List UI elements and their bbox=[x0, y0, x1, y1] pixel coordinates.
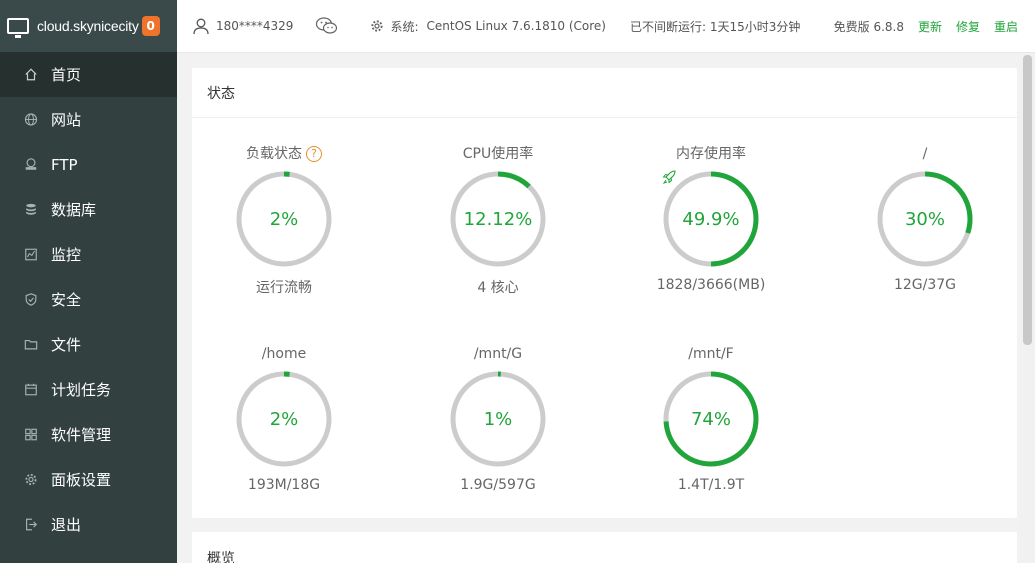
panel-version: 免费版 6.8.8 bbox=[833, 19, 904, 34]
sidebar-item-logout[interactable]: 退出 bbox=[0, 502, 177, 547]
status-panel: 状态 负载状态? 2% 运行流畅 CPU使用率 12.12% 4 核心 内存使用… bbox=[192, 68, 1017, 518]
gauge-sub: 1.9G/597G bbox=[460, 477, 536, 493]
brand[interactable]: cloud.skynicecity 0 bbox=[0, 0, 177, 52]
gauge-value: 30% bbox=[904, 208, 945, 230]
sidebar-item-database[interactable]: 数据库 bbox=[0, 187, 177, 232]
gauge-sub: 运行流畅 bbox=[256, 280, 312, 296]
user-account[interactable]: 180****4329 bbox=[192, 17, 293, 35]
monitor-logo-icon bbox=[7, 18, 29, 38]
gauge-label: CPU使用率 bbox=[462, 146, 534, 162]
gauge-label: /mnt/F bbox=[688, 346, 734, 362]
gauge-label: 内存使用率 bbox=[676, 146, 746, 162]
sidebar-item-label: 网站 bbox=[51, 111, 82, 129]
gauge-label: /mnt/G bbox=[473, 346, 523, 362]
sidebar-item-monitor[interactable]: 监控 bbox=[0, 232, 177, 277]
user-icon bbox=[193, 18, 209, 35]
calendar-icon bbox=[24, 383, 38, 397]
sidebar-item-label: 面板设置 bbox=[51, 471, 112, 489]
gauge-cpu[interactable]: CPU使用率 12.12% 4 核心 bbox=[398, 144, 598, 297]
sidebar-item-label: FTP bbox=[51, 155, 78, 174]
user-phone: 180****4329 bbox=[216, 19, 294, 33]
sidebar-item-label: 数据库 bbox=[51, 201, 97, 219]
gauge-ring: 12.12% bbox=[448, 169, 548, 269]
sidebar-item-files[interactable]: 文件 bbox=[0, 322, 177, 367]
gauge-disk-mnt-g[interactable]: /mnt/G 1% 1.9G/597G bbox=[398, 344, 598, 493]
globe-icon bbox=[24, 113, 38, 127]
gauge-ring: 74% bbox=[661, 369, 761, 469]
monitor-icon bbox=[24, 248, 38, 262]
overview-title: 概览 bbox=[207, 551, 235, 563]
sidebar-item-label: 计划任务 bbox=[51, 381, 112, 399]
sidebar-item-settings[interactable]: 面板设置 bbox=[0, 457, 177, 502]
gauge-memory[interactable]: 内存使用率 49.9% 1828/3666(MB) bbox=[611, 144, 811, 293]
gauge-sub: 1.4T/1.9T bbox=[677, 477, 745, 493]
overview-panel: 概览 bbox=[192, 532, 1017, 563]
notification-badge[interactable]: 0 bbox=[141, 16, 160, 36]
sidebar-item-label: 软件管理 bbox=[51, 426, 112, 444]
gauge-ring: 49.9% bbox=[661, 169, 761, 269]
gauge-disk-home[interactable]: /home 2% 193M/18G bbox=[184, 344, 384, 493]
gauge-sub: 12G/37G bbox=[893, 277, 957, 293]
sidebar-item-label: 退出 bbox=[51, 516, 82, 534]
gauge-load[interactable]: 负载状态? 2% 运行流畅 bbox=[184, 144, 384, 297]
top-bar: 180****4329 系统: CentOS Linux 7.6.1810 (C… bbox=[177, 0, 1035, 53]
gauge-ring: 30% bbox=[875, 169, 975, 269]
folder-icon bbox=[24, 338, 38, 352]
wechat-icon[interactable] bbox=[315, 16, 339, 36]
gauge-value: 12.12% bbox=[463, 208, 533, 230]
sidebar-item-label: 监控 bbox=[51, 246, 82, 264]
gauge-sub: 4 核心 bbox=[477, 280, 519, 296]
gauge-label: /home bbox=[261, 346, 307, 362]
sidebar-item-software[interactable]: 软件管理 bbox=[0, 412, 177, 457]
gauge-value: 1% bbox=[483, 408, 513, 430]
shield-icon bbox=[24, 293, 38, 307]
gear-icon bbox=[371, 20, 384, 32]
home-icon bbox=[24, 68, 38, 82]
gauge-label: / bbox=[922, 146, 928, 162]
sidebar-item-label: 文件 bbox=[51, 336, 82, 354]
gauge-disk-mnt-f[interactable]: /mnt/F 74% 1.4T/1.9T bbox=[611, 344, 811, 493]
scrollbar[interactable] bbox=[1020, 53, 1035, 563]
gauge-value: 2% bbox=[269, 408, 299, 430]
ftp-icon bbox=[24, 158, 38, 172]
system-label: 系统: bbox=[390, 19, 419, 34]
gauge-disk-root[interactable]: / 30% 12G/37G bbox=[825, 144, 1025, 293]
gauge-ring: 2% bbox=[234, 369, 334, 469]
gauge-ring: 1% bbox=[448, 369, 548, 469]
system-value: CentOS Linux 7.6.1810 (Core) bbox=[426, 19, 606, 33]
sidebar-item-ftp[interactable]: FTP bbox=[0, 142, 177, 187]
gauge-value: 74% bbox=[690, 408, 731, 430]
gauge-value: 2% bbox=[269, 208, 299, 230]
help-icon[interactable]: ? bbox=[306, 146, 322, 162]
sidebar-item-label: 安全 bbox=[51, 291, 82, 309]
sidebar-item-security[interactable]: 安全 bbox=[0, 277, 177, 322]
sidebar-item-cron[interactable]: 计划任务 bbox=[0, 367, 177, 412]
gauge-sub: 193M/18G bbox=[247, 477, 321, 493]
gauge-value: 49.9% bbox=[682, 208, 740, 230]
scrollbar-thumb[interactable] bbox=[1023, 55, 1032, 345]
gauge-sub: 1828/3666(MB) bbox=[656, 277, 766, 293]
sidebar: cloud.skynicecity 0 首页 网站 FTP 数据库 监控 安全 … bbox=[0, 0, 177, 563]
gauge-label: 负载状态 bbox=[246, 146, 302, 162]
uptime: 已不间断运行: 1天15小时3分钟 bbox=[629, 19, 801, 34]
sidebar-item-label: 首页 bbox=[51, 66, 82, 84]
database-icon bbox=[24, 203, 38, 217]
sidebar-item-home[interactable]: 首页 bbox=[0, 52, 177, 97]
server-name: cloud.skynicecity bbox=[37, 18, 139, 34]
status-title: 状态 bbox=[192, 68, 1017, 118]
restart-link[interactable]: 重启 bbox=[994, 18, 1018, 35]
sidebar-item-website[interactable]: 网站 bbox=[0, 97, 177, 142]
update-link[interactable]: 更新 bbox=[918, 18, 942, 35]
grid-icon bbox=[24, 428, 38, 442]
repair-link[interactable]: 修复 bbox=[956, 18, 980, 35]
system-info: 系统: CentOS Linux 7.6.1810 (Core) bbox=[370, 18, 606, 35]
gauge-ring: 2% bbox=[234, 169, 334, 269]
logout-icon bbox=[24, 518, 38, 532]
gear-icon bbox=[24, 473, 38, 487]
